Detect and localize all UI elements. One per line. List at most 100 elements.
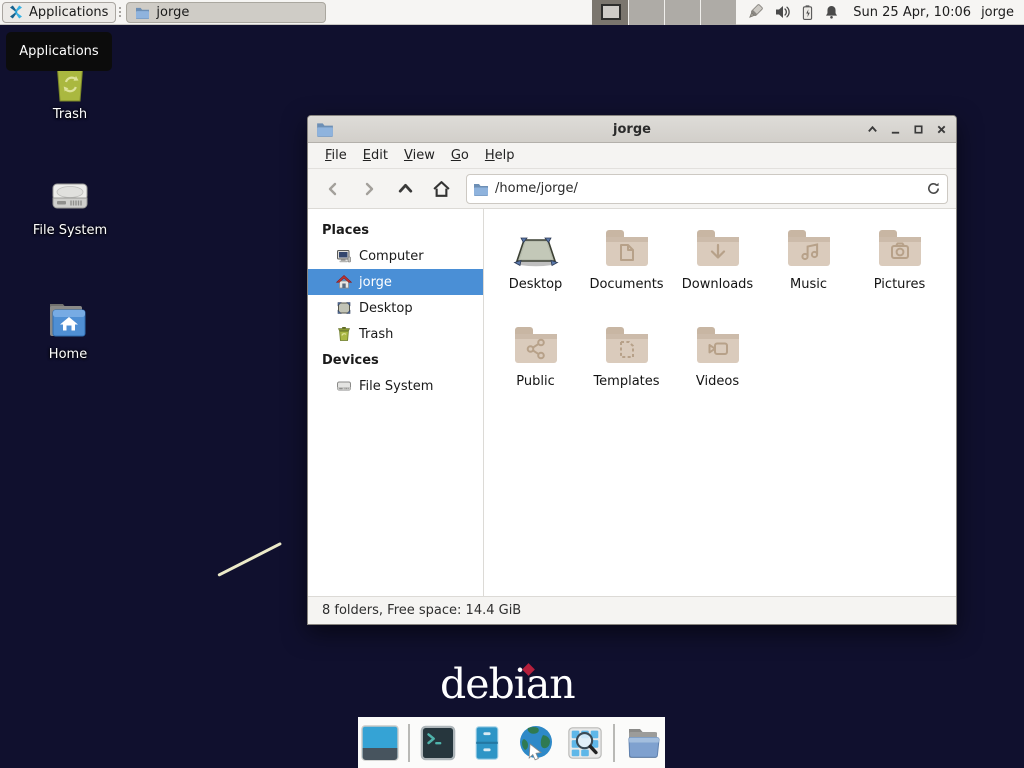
sidebar: Places Computer <box>308 209 484 596</box>
applications-tooltip: Applications <box>6 32 112 71</box>
web-browser-globe-icon <box>516 723 556 763</box>
folder-item-public[interactable]: Public <box>490 316 581 413</box>
debian-logo: debian <box>440 660 575 708</box>
dock-panel <box>358 717 665 768</box>
devices-header: Devices <box>308 347 483 373</box>
up-button[interactable] <box>388 174 422 204</box>
sidebar-item-label: File System <box>359 379 433 394</box>
battery-icon[interactable] <box>801 4 814 21</box>
desktop-icon-label: Home <box>18 347 118 362</box>
panel-clock[interactable]: Sun 25 Apr, 10:06 <box>853 5 971 20</box>
folder-item-downloads[interactable]: Downloads <box>672 219 763 316</box>
menu-edit[interactable]: Edit <box>356 145 395 166</box>
folder-item-music[interactable]: Music <box>763 219 854 316</box>
home-folder-icon <box>18 296 118 344</box>
downloads-folder-icon <box>694 225 742 273</box>
workspace-2[interactable] <box>628 0 664 25</box>
menu-go[interactable]: Go <box>444 145 476 166</box>
sidebar-item-desktop[interactable]: Desktop <box>308 295 483 321</box>
cursor-trail-line <box>217 542 282 577</box>
panel-handle-icon[interactable] <box>119 4 123 20</box>
workspace-1[interactable] <box>592 0 628 25</box>
workspace-3[interactable] <box>664 0 700 25</box>
folder-item-documents[interactable]: Documents <box>581 219 672 316</box>
file-cabinet-button[interactable] <box>466 722 508 764</box>
applications-menu-label: Applications <box>29 5 108 20</box>
back-button[interactable] <box>316 174 350 204</box>
show-desktop-button[interactable] <box>359 722 401 764</box>
folder-label: Downloads <box>682 277 753 292</box>
folder-item-desktop[interactable]: Desktop <box>490 219 581 316</box>
drive-icon <box>20 172 120 220</box>
folder-label: Videos <box>696 374 739 389</box>
desktop-icon-label: Trash <box>20 107 120 122</box>
maximize-button[interactable] <box>911 122 925 136</box>
desktop-icon <box>336 300 352 316</box>
path-bar <box>466 174 948 204</box>
folder-icon <box>135 6 150 19</box>
taskbar-window-button[interactable]: jorge <box>126 2 326 23</box>
terminal-button[interactable] <box>417 722 459 764</box>
folder-label: Pictures <box>874 277 925 292</box>
folder-item-videos[interactable]: Videos <box>672 316 763 413</box>
file-cabinet-icon <box>469 723 505 763</box>
directory-menu-folder-icon <box>623 723 663 763</box>
folder-label: Documents <box>589 277 663 292</box>
sidebar-item-computer[interactable]: Computer <box>308 243 483 269</box>
terminal-icon <box>419 724 457 762</box>
computer-icon <box>336 248 352 264</box>
status-bar: 8 folders, Free space: 14.4 GiB <box>308 596 956 624</box>
menu-help[interactable]: Help <box>478 145 522 166</box>
panel-username[interactable]: jorge <box>981 5 1014 20</box>
folder-item-templates[interactable]: Templates <box>581 316 672 413</box>
sidebar-item-jorge[interactable]: jorge <box>308 269 483 295</box>
toolbar <box>308 169 956 209</box>
status-text: 8 folders, Free space: 14.4 GiB <box>322 603 521 618</box>
applications-menu-button[interactable]: Applications <box>2 2 116 23</box>
drive-icon <box>336 378 352 394</box>
workspace-switcher <box>592 0 736 25</box>
music-folder-icon <box>785 225 833 273</box>
videos-folder-icon <box>694 322 742 370</box>
web-browser-button[interactable] <box>515 722 557 764</box>
app-finder-icon <box>565 724 605 762</box>
volume-icon[interactable] <box>774 4 791 20</box>
window-titlebar[interactable]: jorge <box>308 116 956 143</box>
menu-view[interactable]: View <box>397 145 442 166</box>
close-button[interactable] <box>934 122 948 136</box>
folder-icon <box>473 182 489 196</box>
folder-item-pictures[interactable]: Pictures <box>854 219 945 316</box>
app-finder-button[interactable] <box>564 722 606 764</box>
path-input[interactable] <box>495 181 920 196</box>
reload-icon[interactable] <box>926 181 941 196</box>
folder-label: Music <box>790 277 827 292</box>
workspace-window-preview <box>601 4 621 20</box>
taskbar-window-label: jorge <box>156 5 189 20</box>
folder-label: Templates <box>593 374 659 389</box>
shade-button[interactable] <box>865 122 879 136</box>
desktop-icon-file-system[interactable]: File System <box>20 172 120 238</box>
minimize-button[interactable] <box>888 122 902 136</box>
notifications-bell-icon[interactable] <box>824 4 839 20</box>
file-list: Desktop Documents <box>484 209 956 596</box>
directory-menu-button[interactable] <box>622 722 664 764</box>
home-button[interactable] <box>424 174 458 204</box>
documents-folder-icon <box>603 225 651 273</box>
forward-button[interactable] <box>352 174 386 204</box>
sidebar-item-file-system[interactable]: File System <box>308 373 483 399</box>
desktop-special-icon <box>512 225 560 273</box>
pictures-folder-icon <box>876 225 924 273</box>
stylus-icon[interactable] <box>746 3 764 21</box>
file-manager-window: jorge File Edit View Go Help <box>307 115 957 625</box>
workspace-4[interactable] <box>700 0 736 25</box>
window-title: jorge <box>308 122 956 137</box>
menu-file[interactable]: File <box>318 145 354 166</box>
desktop-icon-label: File System <box>20 223 120 238</box>
trash-icon <box>336 326 352 342</box>
dock-separator <box>613 724 615 762</box>
desktop-icon-home[interactable]: Home <box>18 296 118 362</box>
home-icon <box>336 274 352 290</box>
tooltip-text: Applications <box>19 44 98 59</box>
sidebar-item-trash[interactable]: Trash <box>308 321 483 347</box>
folder-label: Public <box>516 374 554 389</box>
